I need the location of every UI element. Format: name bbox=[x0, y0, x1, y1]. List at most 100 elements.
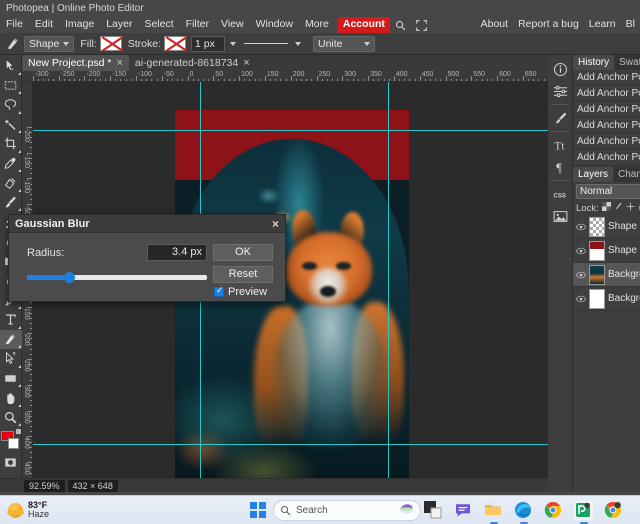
shape-mode-select[interactable]: Shape bbox=[24, 36, 74, 52]
chrome-profile-icon[interactable] bbox=[604, 501, 623, 520]
guide-horizontal-bottom[interactable] bbox=[33, 444, 548, 445]
css-icon[interactable]: CSS bbox=[548, 183, 572, 205]
move-tool[interactable]: + bbox=[0, 56, 22, 76]
layer-row-shape-1[interactable]: Shape 1 bbox=[573, 239, 640, 263]
radius-slider[interactable] bbox=[27, 274, 207, 280]
taskbar-search[interactable]: Search bbox=[273, 500, 421, 521]
magnifier-icon[interactable] bbox=[390, 20, 411, 31]
eye-icon[interactable] bbox=[575, 247, 586, 255]
brush-tool[interactable] bbox=[0, 193, 22, 213]
preview-checkbox[interactable] bbox=[214, 287, 224, 297]
stroke-width-input[interactable]: 1 px bbox=[191, 36, 225, 52]
quick-mask-icon[interactable] bbox=[0, 453, 22, 473]
brush-settings-icon[interactable] bbox=[548, 107, 572, 129]
layer-row-shape-2[interactable]: Shape 2 bbox=[573, 215, 640, 239]
reset-button[interactable]: Reset bbox=[213, 266, 273, 283]
menu-view[interactable]: View bbox=[215, 17, 250, 33]
menu-edit[interactable]: Edit bbox=[29, 17, 59, 33]
menu-select[interactable]: Select bbox=[138, 17, 179, 33]
character-icon[interactable]: Tt bbox=[548, 134, 572, 156]
layer-row-background-white[interactable]: Backgrou bbox=[573, 287, 640, 311]
path-select-tool[interactable] bbox=[0, 349, 22, 369]
info-icon[interactable] bbox=[548, 58, 572, 80]
stroke-style-preview[interactable] bbox=[244, 43, 288, 44]
fullscreen-icon[interactable] bbox=[411, 20, 432, 31]
history-item[interactable]: Add Anchor Point bbox=[573, 150, 640, 166]
link-about[interactable]: About bbox=[476, 17, 513, 33]
chat-icon[interactable] bbox=[454, 501, 473, 520]
guide-vertical-right[interactable] bbox=[388, 82, 389, 478]
zoom-tool[interactable] bbox=[0, 408, 22, 428]
background-color-swatch[interactable] bbox=[8, 438, 19, 449]
hand-tool[interactable] bbox=[0, 388, 22, 408]
menu-window[interactable]: Window bbox=[250, 17, 299, 33]
stroke-width-chevron-icon[interactable] bbox=[230, 42, 236, 46]
close-icon[interactable]: × bbox=[243, 58, 249, 69]
eyedropper-tool[interactable] bbox=[0, 154, 22, 174]
link-report-bug[interactable]: Report a bug bbox=[513, 17, 584, 33]
history-item[interactable]: Add Anchor Point bbox=[573, 86, 640, 102]
radius-input[interactable]: 3.4 px bbox=[147, 244, 207, 261]
zoom-level[interactable]: 92.59% bbox=[24, 480, 65, 492]
copilot-icon[interactable] bbox=[399, 502, 414, 518]
color-swatches[interactable] bbox=[0, 427, 22, 452]
eye-icon[interactable] bbox=[575, 271, 586, 279]
edge-icon[interactable] bbox=[514, 501, 533, 520]
ok-button[interactable]: OK bbox=[213, 244, 273, 261]
adjustments-icon[interactable] bbox=[548, 80, 572, 102]
windows-start-icon[interactable] bbox=[250, 502, 266, 518]
chrome-icon[interactable] bbox=[544, 501, 563, 520]
file-explorer-icon[interactable] bbox=[484, 501, 503, 520]
eye-icon[interactable] bbox=[575, 223, 586, 231]
eye-icon[interactable] bbox=[575, 295, 586, 303]
menu-more[interactable]: More bbox=[299, 17, 335, 33]
lock-position-icon[interactable] bbox=[626, 202, 635, 214]
patch-tool[interactable] bbox=[0, 173, 22, 193]
account-button[interactable]: Account bbox=[338, 17, 390, 33]
gaussian-blur-dialog[interactable]: Gaussian Blur × Radius: 3.4 px OK Reset … bbox=[8, 214, 286, 302]
history-item[interactable]: Add Anchor Point bbox=[573, 70, 640, 86]
lock-transparency-icon[interactable] bbox=[602, 202, 611, 214]
guide-horizontal-top[interactable] bbox=[33, 130, 548, 131]
magic-wand-tool[interactable] bbox=[0, 115, 22, 135]
crop-tool[interactable] bbox=[0, 134, 22, 154]
layer-row-background-photo[interactable]: Backgrou bbox=[573, 263, 640, 287]
tab-history[interactable]: History bbox=[573, 55, 614, 70]
menu-image[interactable]: Image bbox=[59, 17, 100, 33]
shape-tool[interactable] bbox=[0, 330, 22, 350]
history-item[interactable]: Add Anchor Point bbox=[573, 102, 640, 118]
image-icon[interactable] bbox=[548, 205, 572, 227]
weather-widget[interactable]: 83°F Haze bbox=[8, 501, 49, 520]
close-icon[interactable]: × bbox=[116, 58, 122, 69]
blend-mode-select[interactable]: Normal bbox=[576, 184, 640, 199]
history-item[interactable]: Add Anchor Point bbox=[573, 118, 640, 134]
tab-swatches[interactable]: Swatch bbox=[614, 55, 640, 70]
photopea-icon[interactable] bbox=[574, 501, 593, 520]
menu-layer[interactable]: Layer bbox=[100, 17, 138, 33]
stroke-swatch[interactable] bbox=[164, 36, 186, 51]
slider-knob[interactable] bbox=[64, 272, 75, 283]
fill-swatch[interactable] bbox=[100, 36, 122, 51]
tab-new-project[interactable]: New Project.psd * × bbox=[22, 55, 129, 71]
link-learn[interactable]: Learn bbox=[584, 17, 621, 33]
dialog-title-bar[interactable]: Gaussian Blur × bbox=[9, 215, 285, 233]
close-icon[interactable]: × bbox=[272, 217, 279, 231]
preview-row[interactable]: Preview bbox=[214, 286, 267, 298]
path-operation-select[interactable]: Unite bbox=[313, 36, 375, 52]
tab-ai-generated[interactable]: ai-generated-8618734 × bbox=[129, 55, 256, 71]
stroke-style-chevron-icon[interactable] bbox=[295, 42, 301, 46]
tab-layers[interactable]: Layers bbox=[573, 167, 613, 182]
menu-filter[interactable]: Filter bbox=[180, 17, 215, 33]
document-dimensions[interactable]: 432 × 648 bbox=[68, 480, 118, 492]
rectangle-tool[interactable] bbox=[0, 369, 22, 389]
horizontal-ruler[interactable]: -300-250-200-150-100-5005010015020025030… bbox=[22, 71, 548, 82]
history-item[interactable]: Add Anchor Point bbox=[573, 134, 640, 150]
lasso-tool[interactable] bbox=[0, 95, 22, 115]
link-blog[interactable]: Bl bbox=[621, 17, 640, 33]
lock-pixels-icon[interactable] bbox=[614, 202, 623, 214]
paragraph-icon[interactable]: ¶ bbox=[548, 156, 572, 178]
type-tool[interactable] bbox=[0, 310, 22, 330]
swap-colors-icon[interactable] bbox=[16, 429, 21, 434]
task-view-icon[interactable] bbox=[424, 501, 443, 520]
menu-file[interactable]: File bbox=[0, 17, 29, 33]
